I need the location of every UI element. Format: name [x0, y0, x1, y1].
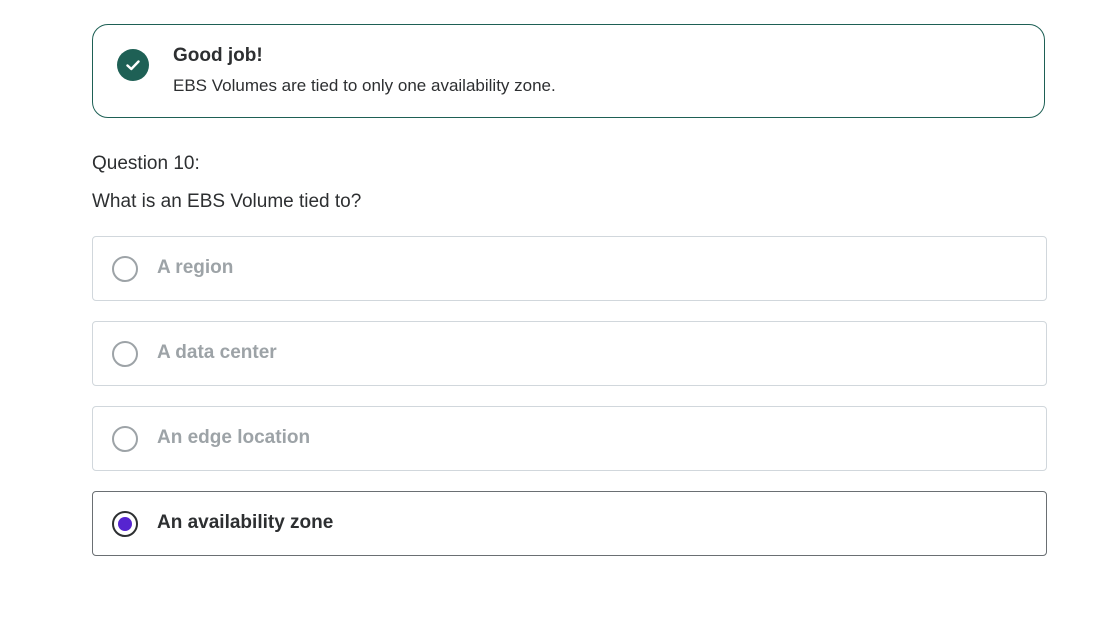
answer-option-label: An availability zone [157, 512, 334, 533]
radio-button[interactable] [112, 426, 138, 452]
answer-option-an-availability-zone[interactable]: An availability zone [92, 491, 1047, 556]
answer-option-label: An edge location [157, 427, 311, 448]
feedback-title: Good job! [173, 45, 263, 66]
answer-option-a-region[interactable]: A region [92, 236, 1047, 301]
quiz-page: Good job! EBS Volumes are tied to only o… [0, 0, 1111, 633]
radio-selected-dot [118, 517, 132, 531]
answer-option-label: A data center [157, 342, 277, 363]
radio-button[interactable] [112, 511, 138, 537]
radio-button[interactable] [112, 256, 138, 282]
check-circle-icon [117, 49, 149, 81]
answer-option-an-edge-location[interactable]: An edge location [92, 406, 1047, 471]
check-mark-icon [126, 60, 140, 71]
question-prompt: What is an EBS Volume tied to? [92, 191, 362, 212]
feedback-message: EBS Volumes are tied to only one availab… [173, 76, 556, 95]
radio-button[interactable] [112, 341, 138, 367]
question-number: Question 10: [92, 153, 200, 174]
answer-option-a-data-center[interactable]: A data center [92, 321, 1047, 386]
answer-option-label: A region [157, 257, 234, 278]
feedback-banner: Good job! EBS Volumes are tied to only o… [92, 24, 1045, 118]
